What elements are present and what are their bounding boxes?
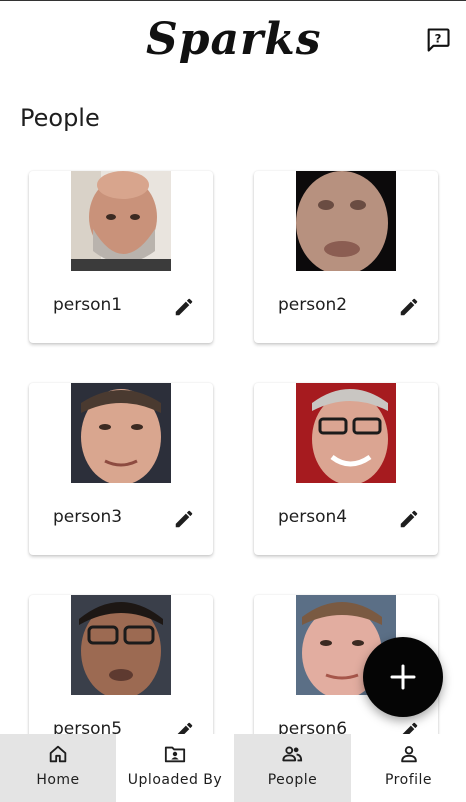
- nav-label-people: People: [267, 772, 318, 788]
- person-card[interactable]: person3: [29, 383, 213, 555]
- people-icon: [282, 746, 303, 762]
- person-card[interactable]: person4: [254, 383, 438, 555]
- person-card[interactable]: person2: [254, 171, 438, 343]
- add-person-button[interactable]: [363, 637, 443, 717]
- person-photo: [296, 383, 396, 483]
- person-photo: [71, 595, 171, 695]
- nav-item-home[interactable]: Home: [0, 734, 116, 802]
- person-name: person2: [278, 295, 348, 315]
- folder-user-icon: [164, 746, 186, 763]
- person-photo: [296, 171, 396, 271]
- pencil-icon[interactable]: [398, 296, 420, 318]
- person-photo: [71, 383, 171, 483]
- person-name: person4: [278, 507, 348, 527]
- person-photo: [71, 171, 171, 271]
- person-icon: [401, 746, 417, 763]
- pencil-icon[interactable]: [398, 508, 420, 530]
- pencil-icon[interactable]: [173, 296, 195, 318]
- pencil-icon[interactable]: [173, 508, 195, 530]
- plus-icon: [390, 664, 416, 690]
- person-name: person3: [53, 507, 123, 527]
- nav-item-uploaded-by[interactable]: Uploaded By: [116, 734, 234, 802]
- person-card[interactable]: person1: [29, 171, 213, 343]
- bottom-nav: Home Uploaded By People Profile: [0, 734, 466, 802]
- nav-label-profile: Profile: [384, 772, 433, 788]
- nav-item-people[interactable]: People: [234, 734, 351, 802]
- nav-label-home: Home: [36, 772, 80, 788]
- nav-item-profile[interactable]: Profile: [351, 734, 466, 802]
- home-icon: [49, 745, 67, 763]
- person-name: person1: [53, 295, 123, 315]
- nav-label-uploaded-by: Uploaded By: [127, 772, 223, 788]
